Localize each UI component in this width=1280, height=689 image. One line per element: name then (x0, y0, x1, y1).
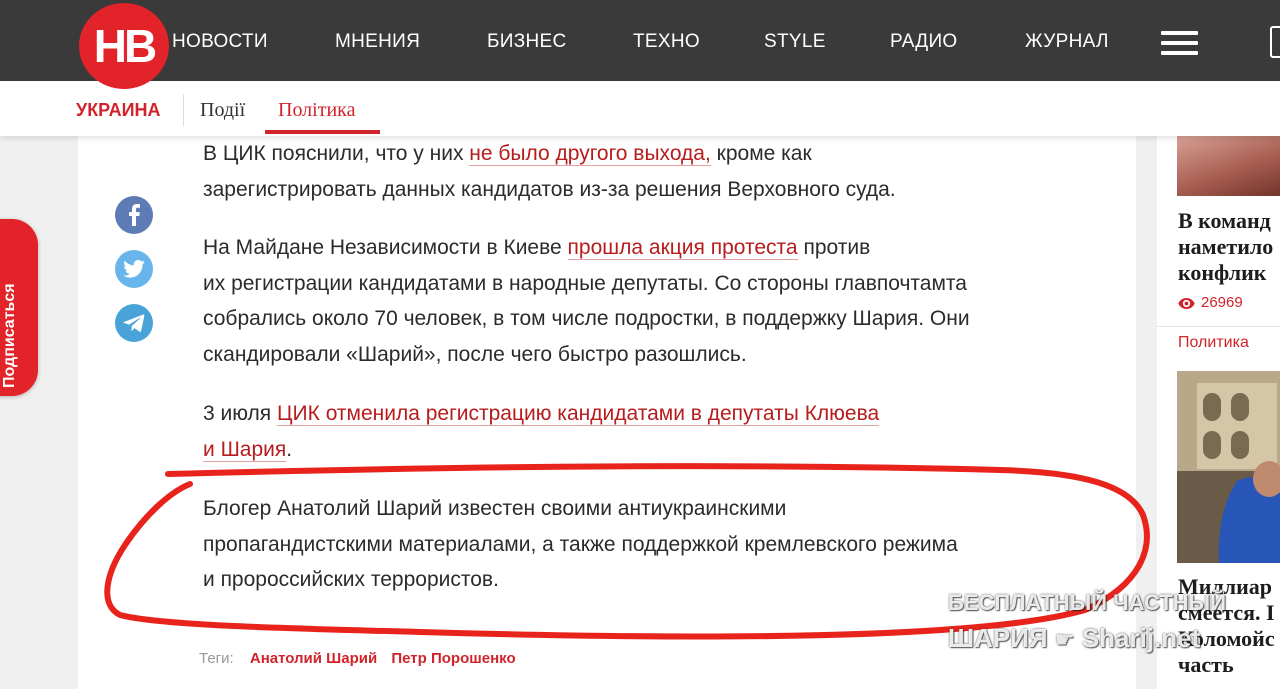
section-title-ukraine[interactable]: УКРАИНА (76, 100, 161, 121)
view-counter: 26969 (1178, 294, 1243, 311)
paragraph-text: и пророссийских террористов. (203, 568, 499, 591)
subscribe-label: Подписаться (1, 283, 18, 388)
news-thumbnail[interactable] (1177, 371, 1280, 563)
site-logo[interactable]: НВ (79, 3, 169, 89)
top-navigation-bar: НОВОСТИ МНЕНИЯ БИЗНЕС ТЕХНО STYLE РАДИО … (0, 0, 1280, 81)
sidebar-category-politics[interactable]: Политика (1178, 334, 1249, 352)
article-link-cec-cancelled[interactable]: ЦИК отменила регистрацию кандидатами в д… (277, 402, 880, 426)
article-link-protest[interactable]: прошла акция протеста (567, 236, 798, 260)
title-line: конфлик (1178, 260, 1267, 285)
article-link-cec-cancelled-cont[interactable]: и Шария (203, 437, 287, 462)
paragraph-text: пропагандистскими материалами, а также п… (203, 532, 958, 556)
menu-icon[interactable] (1161, 31, 1198, 55)
article-paragraph-1: В ЦИК пояснили, что у них не было другог… (203, 136, 1103, 207)
paragraph-text: против (797, 236, 871, 259)
facebook-share-button[interactable] (115, 196, 153, 234)
paragraph-text: скандировали «Шарий», после чего быстро … (203, 342, 747, 366)
paragraph-text: 3 июля (203, 402, 277, 425)
pointing-hand-icon: ☛ (1054, 627, 1075, 652)
article-paragraph-2: На Майдане Независимости в Киеве прошла … (203, 230, 1103, 372)
watermark-text: Sharij.net (1081, 623, 1201, 653)
title-line: В команд (1178, 208, 1271, 233)
paragraph-text: . (286, 437, 293, 461)
article-tags: Теги: Анатолий Шарий Петр Порошенко (199, 650, 526, 667)
nav-item-radio[interactable]: РАДИО (890, 31, 958, 53)
logo-text: НВ (93, 20, 157, 72)
paragraph-text: Блогер Анатолий Шарий известен своими ан… (203, 497, 787, 520)
telegram-share-button[interactable] (115, 304, 153, 342)
facebook-icon (129, 204, 140, 226)
subscribe-button[interactable]: Подписаться (0, 219, 38, 396)
sidebar-news-title[interactable]: В команд наметило конфлик (1178, 208, 1273, 286)
active-tab-indicator (265, 130, 380, 134)
paragraph-text: На Майдане Независимости в Киеве (203, 236, 568, 259)
article-paragraph-3: 3 июля ЦИК отменила регистрацию кандидат… (203, 396, 1103, 467)
page: НОВОСТИ МНЕНИЯ БИЗНЕС ТЕХНО STYLE РАДИО … (0, 0, 1280, 689)
telegram-icon (123, 314, 145, 332)
sidebar-divider (1157, 326, 1280, 327)
article-link-no-other-way[interactable]: не было другого выхода, (469, 142, 711, 166)
eye-icon (1178, 298, 1195, 309)
section-navigation-bar: УКРАИНА Події Політика (0, 81, 1280, 136)
tag-link-sharij[interactable]: Анатолий Шарий (250, 650, 377, 667)
twitter-icon (123, 260, 145, 278)
nav-item-news[interactable]: НОВОСТИ (172, 31, 268, 53)
view-count: 26969 (1201, 294, 1243, 311)
watermark-text: ШАРИЯ (948, 623, 1048, 653)
paragraph-text: собрались около 70 человек, в том числе … (203, 307, 970, 330)
search-button[interactable] (1270, 26, 1280, 58)
twitter-share-button[interactable] (115, 250, 153, 288)
paragraph-text: их регистрации кандидатами в народные де… (203, 271, 967, 295)
nav-item-opinions[interactable]: МНЕНИЯ (335, 31, 420, 53)
nav-item-techno[interactable]: ТЕХНО (633, 31, 700, 53)
watermark-line-1: БЕСПЛАТНЫЙ ЧАСТНЫЙ (948, 590, 1227, 615)
tab-events[interactable]: Події (200, 99, 245, 122)
watermark-line-2: ШАРИЯ ☛ Sharij.net (948, 623, 1200, 654)
tags-label: Теги: (199, 650, 234, 667)
building-illustration (1177, 371, 1280, 563)
news-thumbnail[interactable] (1177, 136, 1280, 196)
paragraph-text: кроме как (710, 142, 812, 165)
nav-item-business[interactable]: БИЗНЕС (487, 31, 567, 53)
section-divider (183, 94, 184, 126)
title-line: наметило (1178, 234, 1274, 259)
tab-politics[interactable]: Політика (278, 99, 355, 122)
title-line: часть (1178, 652, 1234, 677)
tag-link-poroshenko[interactable]: Петр Порошенко (391, 650, 515, 667)
nav-item-magazine[interactable]: ЖУРНАЛ (1025, 31, 1109, 53)
paragraph-text: В ЦИК пояснили, что у них (203, 142, 470, 165)
article-paragraph-4: Блогер Анатолий Шарий известен своими ан… (203, 491, 1103, 598)
paragraph-text: зарегистрировать данных кандидатов из-за… (203, 177, 896, 201)
nav-item-style[interactable]: STYLE (764, 31, 826, 53)
